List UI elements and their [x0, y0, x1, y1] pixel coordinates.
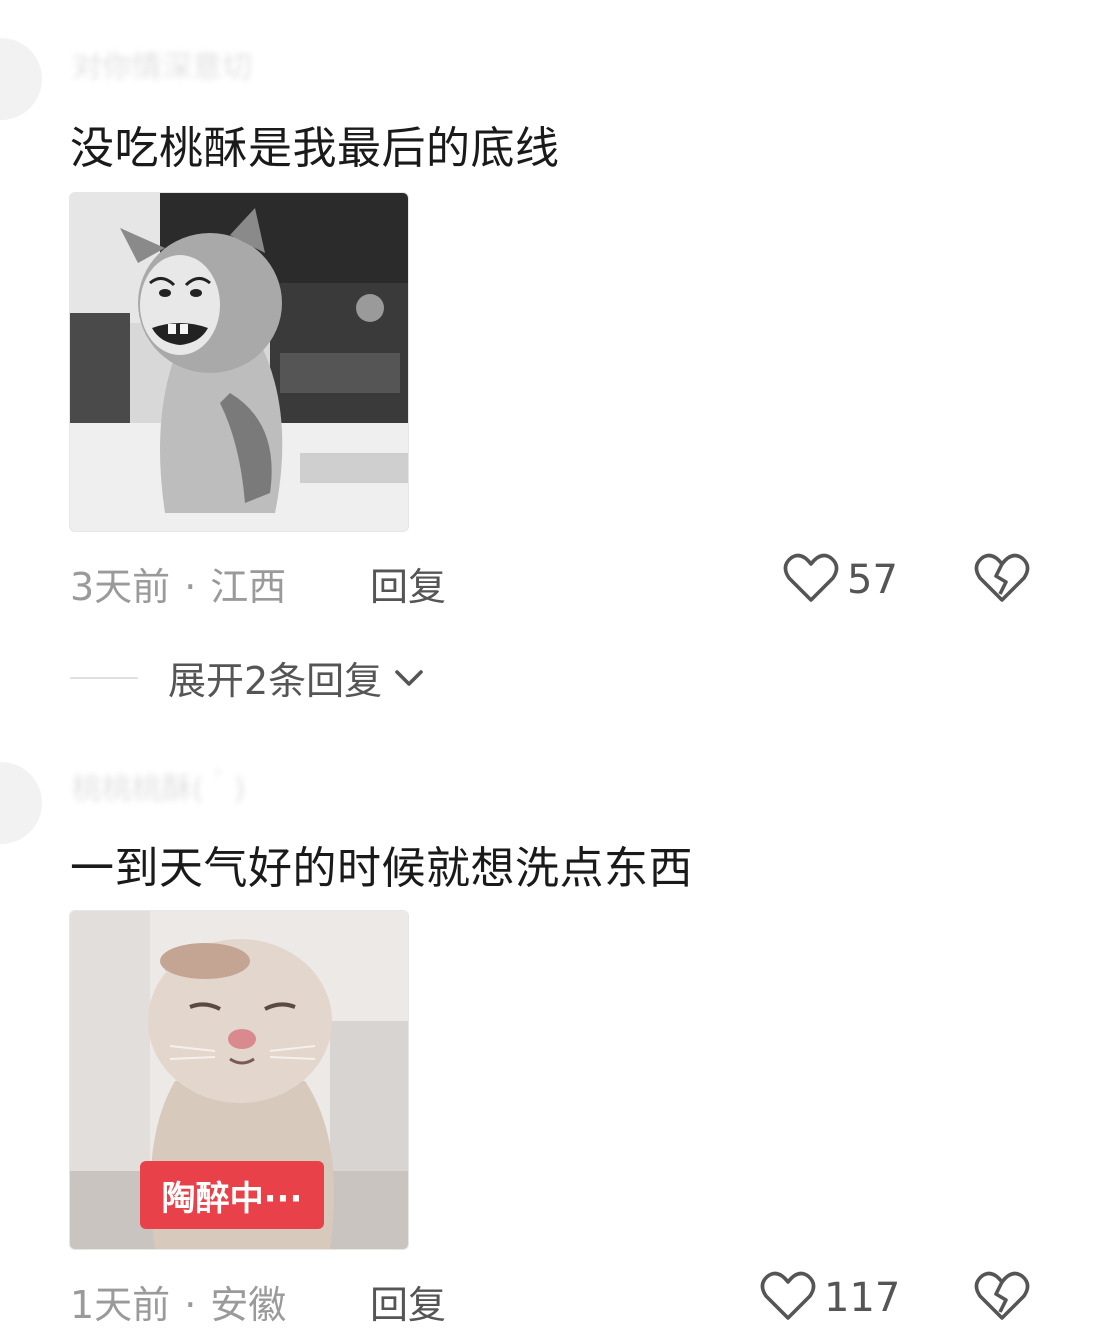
avatar[interactable]	[0, 762, 42, 844]
heart-outline-icon	[783, 552, 839, 608]
comment-meta: 3天前 · 江西	[70, 556, 286, 611]
comment-image-cat-meme[interactable]	[69, 192, 409, 532]
image-caption-tag: 陶醉中···	[140, 1161, 324, 1229]
comment-meta: 1天前 · 安徽	[70, 1274, 286, 1329]
expand-replies-button[interactable]: 展开2条回复	[70, 650, 426, 705]
like-button[interactable]: 117	[760, 1270, 900, 1326]
comment-text: 一到天气好的时候就想洗点东西	[70, 843, 693, 894]
heart-outline-icon	[760, 1270, 816, 1326]
divider-line	[70, 676, 138, 679]
dislike-button[interactable]	[974, 1270, 1030, 1326]
broken-heart-icon	[974, 553, 1030, 608]
like-count: 57	[847, 557, 898, 603]
broken-heart-icon	[974, 1271, 1030, 1326]
dislike-button[interactable]	[974, 552, 1030, 608]
like-button[interactable]: 57	[783, 552, 898, 608]
meta-separator: ·	[184, 565, 197, 609]
comment-location: 江西	[210, 565, 287, 609]
comment-image-wet-cat[interactable]: 陶醉中···	[69, 910, 409, 1250]
comment-time: 1天前	[70, 1283, 171, 1327]
chevron-down-icon	[392, 666, 426, 690]
comment-time: 3天前	[70, 565, 171, 609]
like-count: 117	[824, 1275, 901, 1321]
reply-button[interactable]: 回复	[370, 556, 446, 611]
comment-username[interactable]: 对你情深意切	[72, 42, 252, 86]
expand-replies-label: 展开2条回复	[168, 659, 383, 703]
meta-separator: ·	[184, 1283, 197, 1327]
avatar[interactable]	[0, 38, 42, 120]
comment-username[interactable]: 桃桃桃酥(｀)	[72, 764, 245, 808]
cat-meme-image	[70, 193, 408, 531]
reply-button[interactable]: 回复	[370, 1274, 446, 1329]
comment-text: 没吃桃酥是我最后的底线	[70, 123, 560, 174]
comment-location: 安徽	[210, 1283, 287, 1327]
